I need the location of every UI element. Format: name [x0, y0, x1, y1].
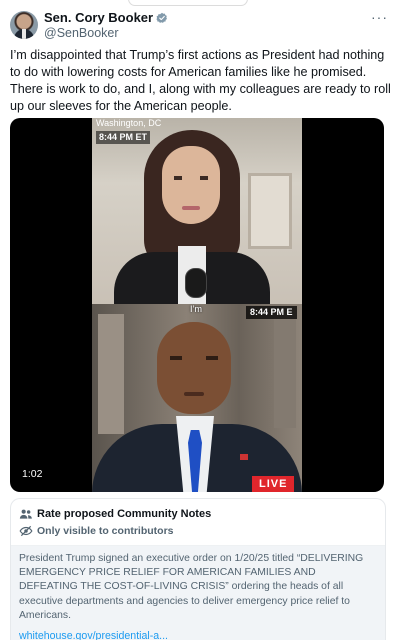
video-duration: 1:02: [22, 468, 43, 480]
community-notes-panel: Rate proposed Community Notes Only visib…: [10, 498, 386, 640]
author-name-row: Sen. Cory Booker: [44, 10, 168, 26]
community-notes-header[interactable]: Rate proposed Community Notes Only visib…: [11, 499, 385, 546]
community-notes-subtitle: Only visible to contributors: [37, 525, 174, 537]
community-notes-title-row: Rate proposed Community Notes: [19, 508, 211, 520]
video-frame-senator: [92, 304, 302, 492]
people-icon: [19, 509, 32, 519]
video-player[interactable]: Washington, DC 8:44 PM ET I’m 8:44 PM E …: [10, 118, 384, 492]
tweet-text: I’m disappointed that Trump’s first acti…: [10, 47, 392, 115]
tweet-line: I’m disappointed that Trump’s first acti…: [10, 48, 385, 79]
community-note-text: President Trump signed an executive orde…: [19, 553, 364, 621]
community-notes-title: Rate proposed Community Notes: [37, 508, 212, 520]
author-display-name[interactable]: Sen. Cory Booker: [44, 10, 153, 26]
avatar[interactable]: [10, 11, 38, 39]
previous-post-edge: [0, 0, 400, 6]
community-note-body: President Trump signed an executive orde…: [11, 546, 385, 640]
video-time-label-bottom: 8:44 PM E: [246, 306, 297, 319]
more-horizontal-icon[interactable]: ···: [371, 10, 388, 24]
video-caption: I’m: [190, 304, 202, 314]
live-badge: LIVE: [252, 476, 295, 492]
previous-post-box: [128, 0, 248, 6]
verified-badge-icon: [156, 12, 168, 23]
tweet-line: There is work to do, and I, along with m…: [10, 82, 391, 113]
author-handle[interactable]: @SenBooker: [44, 26, 119, 41]
video-time-label: 8:44 PM ET: [96, 131, 151, 144]
eye-slash-icon: [19, 525, 33, 537]
video-location-label: Washington, DC: [96, 118, 162, 128]
video-frame-reporter: [92, 118, 302, 304]
tweet-header: Sen. Cory Booker @SenBooker ···: [10, 10, 390, 42]
community-notes-visibility-row: Only visible to contributors: [19, 525, 174, 537]
